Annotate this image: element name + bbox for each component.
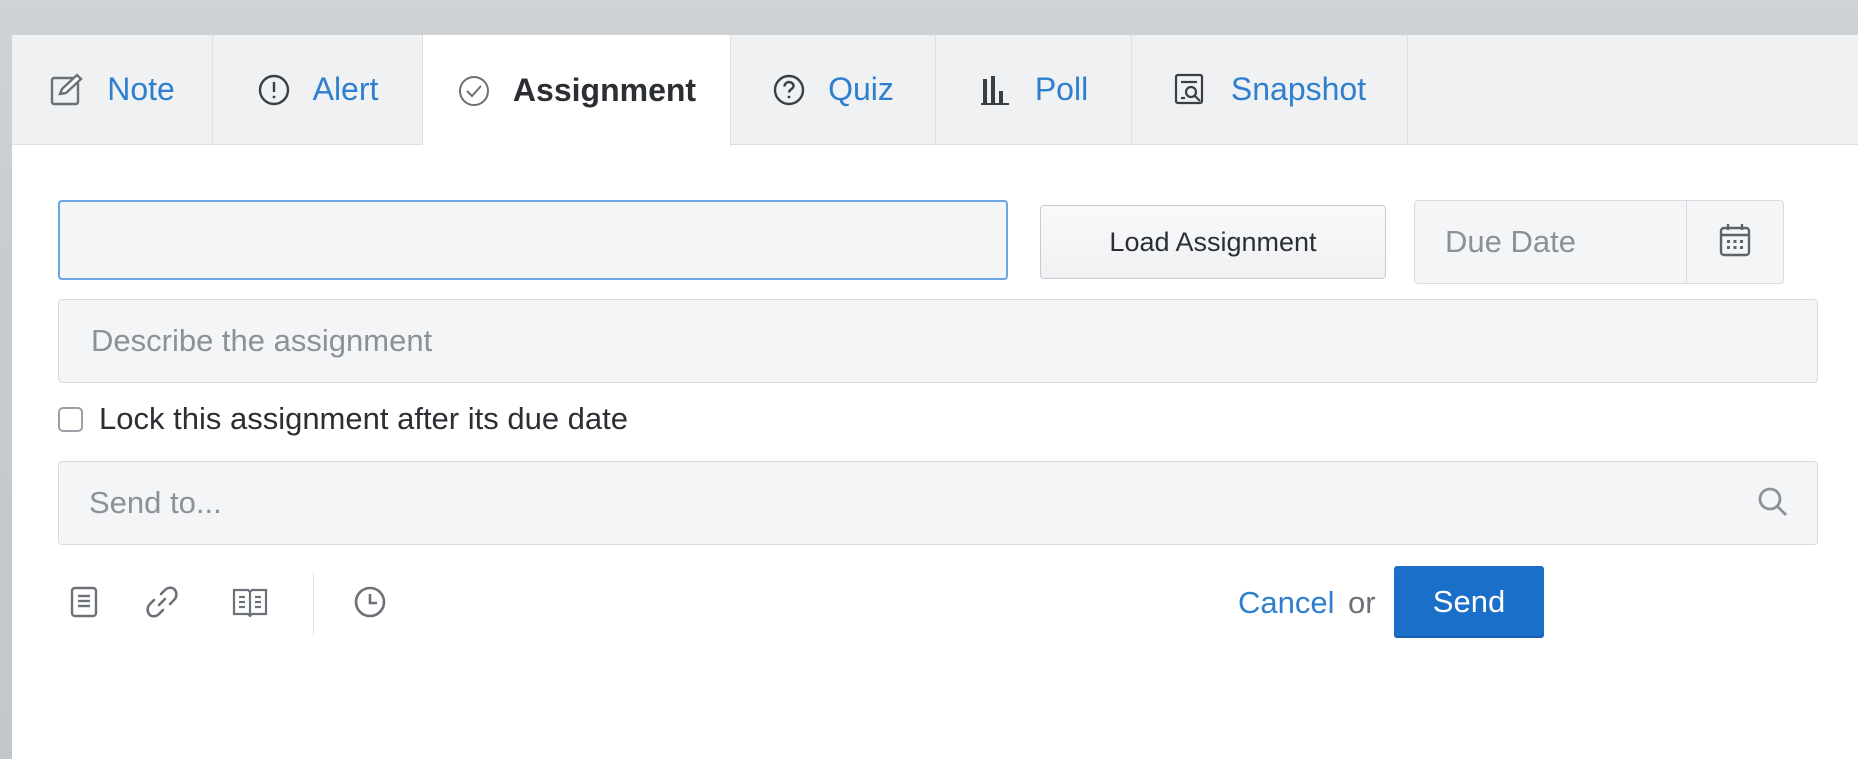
calendar-icon — [1718, 222, 1752, 263]
link-icon — [144, 584, 180, 625]
question-circle-icon — [772, 73, 806, 107]
cancel-link[interactable]: Cancel — [1238, 585, 1335, 621]
search-icon — [1755, 484, 1791, 528]
document-icon — [69, 585, 99, 624]
tab-snapshot-label: Snapshot — [1230, 71, 1367, 107]
send-to-placeholder: Send to... — [89, 485, 222, 520]
alert-circle-icon — [257, 73, 291, 107]
tabbar-filler — [1408, 35, 1858, 144]
or-separator: or — [1348, 585, 1376, 620]
attach-library-button[interactable] — [228, 582, 272, 626]
schedule-button[interactable] — [348, 582, 392, 626]
edit-note-icon — [49, 72, 85, 108]
tab-alert-label: Alert — [312, 71, 379, 107]
tab-note[interactable]: Note — [12, 35, 213, 144]
send-button[interactable]: Send — [1394, 566, 1544, 638]
tab-quiz-label: Quiz — [828, 71, 894, 107]
tab-assignment-label: Assignment — [512, 72, 697, 108]
toolbar-divider — [313, 573, 314, 635]
tab-snapshot[interactable]: Snapshot — [1132, 35, 1408, 144]
assignment-description-input[interactable]: Describe the assignment — [58, 299, 1818, 383]
tab-note-label: Note — [107, 71, 175, 107]
snapshot-icon — [1173, 72, 1209, 108]
lock-option: Lock this assignment after its due date — [58, 397, 628, 441]
clock-icon — [353, 585, 387, 624]
bar-chart-icon — [979, 73, 1013, 107]
load-assignment-button[interactable]: Load Assignment — [1040, 205, 1386, 279]
assignment-title-input[interactable] — [58, 200, 1008, 280]
attach-file-button[interactable] — [62, 582, 106, 626]
tab-quiz[interactable]: Quiz — [731, 35, 936, 144]
due-date-input[interactable]: Due Date — [1415, 201, 1686, 283]
due-date-field[interactable]: Due Date — [1414, 200, 1784, 284]
lock-label: Lock this assignment after its due date — [99, 401, 629, 436]
library-icon — [231, 585, 269, 624]
post-type-tabs: Note Alert Assignment Quiz Poll Snapshot — [12, 35, 1858, 146]
attach-link-button[interactable] — [140, 582, 184, 626]
tab-alert[interactable]: Alert — [213, 35, 423, 144]
tab-poll-label: Poll — [1034, 71, 1089, 107]
calendar-button[interactable] — [1686, 201, 1783, 283]
lock-checkbox[interactable] — [58, 406, 83, 432]
post-composer: Note Alert Assignment Quiz Poll Snapshot… — [12, 35, 1858, 759]
send-to-input[interactable]: Send to... — [58, 461, 1818, 545]
check-circle-icon — [457, 74, 491, 108]
tab-poll[interactable]: Poll — [936, 35, 1132, 144]
tab-assignment[interactable]: Assignment — [423, 35, 731, 146]
